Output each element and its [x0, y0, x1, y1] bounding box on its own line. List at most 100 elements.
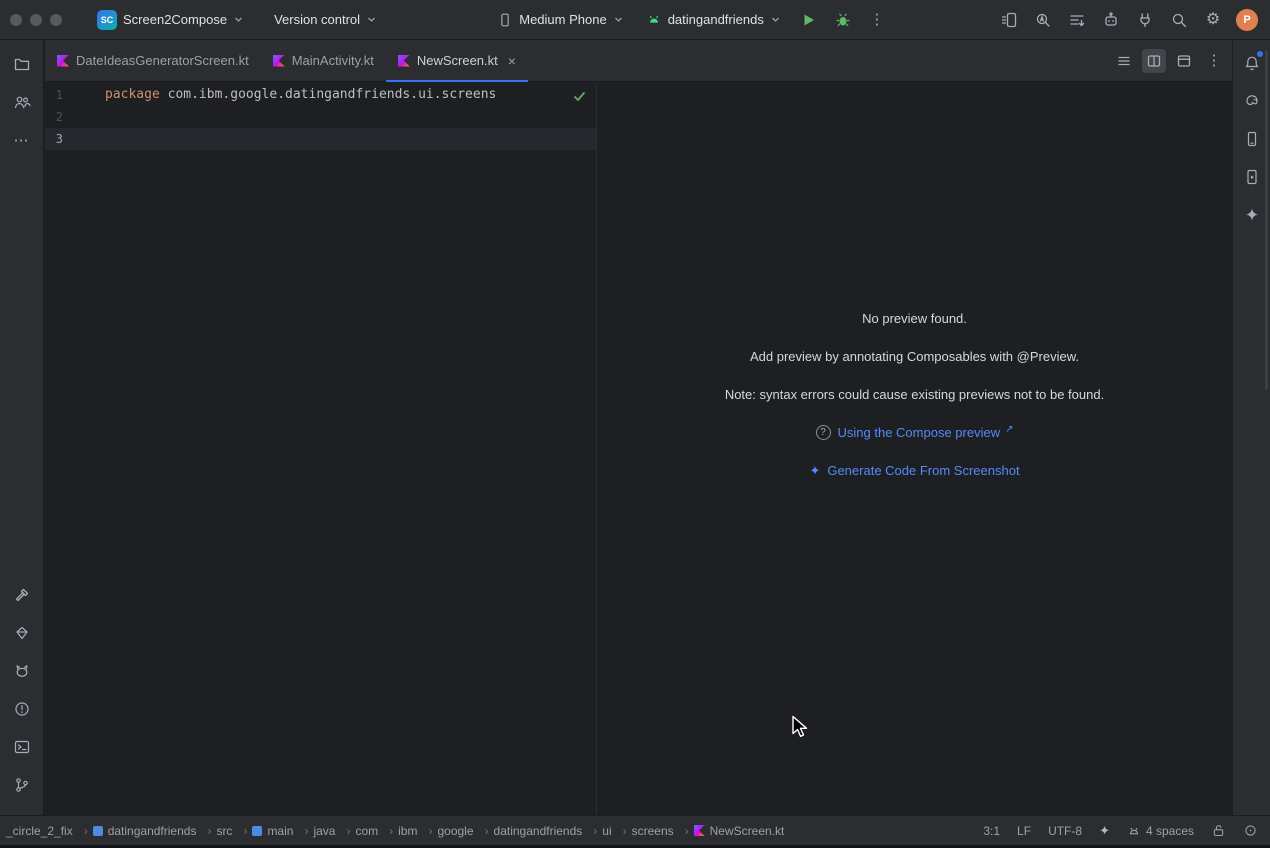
kotlin-file-icon [57, 55, 69, 67]
gemini-spark-icon: ✦ [809, 464, 820, 477]
status-bar-widgets: 3:1 LF UTF-8 ✦ 4 spaces [983, 823, 1258, 838]
breadcrumb-item[interactable]: _circle_2_fix [4, 822, 91, 840]
avatar-initial: P [1243, 14, 1250, 26]
settings-gear-icon[interactable]: ⚙ [1200, 7, 1226, 33]
window-controls [10, 14, 62, 26]
title-bar: SC Screen2Compose Version control Medium… [0, 0, 1270, 40]
breadcrumb-item-file[interactable]: NewScreen.kt [692, 822, 787, 840]
close-tab-icon[interactable]: × [508, 54, 516, 68]
window-layout-icon[interactable] [1064, 7, 1090, 33]
window-close-button[interactable] [10, 14, 22, 26]
code-editor[interactable]: 1 package com.ibm.google.datingandfriend… [45, 83, 596, 815]
project-name: Screen2Compose [123, 12, 227, 27]
search-icon[interactable] [1166, 7, 1192, 33]
problems-icon[interactable] [6, 693, 38, 725]
breadcrumb-item[interactable]: google [435, 822, 491, 840]
run-button[interactable] [796, 7, 822, 33]
breadcrumb-item[interactable]: ui [600, 822, 629, 840]
line-separator-widget[interactable]: LF [1017, 824, 1031, 838]
breadcrumb-item[interactable]: java [311, 822, 353, 840]
version-control-label: Version control [274, 12, 360, 27]
device-selector-label: Medium Phone [519, 12, 606, 27]
indent-widget[interactable]: 4 spaces [1127, 824, 1194, 838]
generate-code-from-screenshot-link[interactable]: ✦ Generate Code From Screenshot [809, 463, 1019, 478]
editor-tab-bar: DateIdeasGeneratorScreen.kt MainActivity… [45, 40, 1232, 82]
profiler-icon[interactable] [1030, 7, 1056, 33]
more-actions-icon[interactable]: ⋮ [864, 7, 890, 33]
ai-assistant-icon[interactable] [1098, 7, 1124, 33]
more-tool-windows-icon[interactable]: ⋯ [6, 124, 38, 156]
scrollbar[interactable] [1265, 50, 1268, 390]
breadcrumb-item[interactable]: ibm [396, 822, 435, 840]
editor-view-toggles: ⋮ [1112, 40, 1232, 81]
device-manager-icon[interactable] [1237, 124, 1267, 154]
breadcrumb-item[interactable]: src [214, 822, 250, 840]
terminal-icon[interactable] [6, 731, 38, 763]
inspections-widget-icon[interactable] [1243, 823, 1258, 838]
breadcrumb-item[interactable]: datingandfriends [91, 822, 215, 840]
unlocked-icon[interactable] [1211, 823, 1226, 838]
tab-dateideasgeneratorscreen[interactable]: DateIdeasGeneratorScreen.kt [45, 40, 261, 81]
run-configuration-selector[interactable]: datingandfriends [639, 8, 788, 32]
caret-position-widget[interactable]: 3:1 [983, 824, 1000, 838]
project-selector[interactable]: SC Screen2Compose [90, 6, 251, 34]
users-icon[interactable] [6, 86, 38, 118]
editor-line[interactable]: 2 [45, 106, 596, 128]
line-number: 3 [45, 128, 63, 150]
running-devices-icon[interactable] [996, 7, 1022, 33]
left-tool-strip-bottom [6, 579, 38, 807]
editor-line[interactable]: 1 package com.ibm.google.datingandfriend… [45, 84, 596, 106]
line-number: 2 [45, 106, 63, 128]
module-icon [93, 826, 103, 836]
inspections-ok-icon[interactable] [573, 90, 586, 103]
design-view-icon[interactable] [1172, 49, 1196, 73]
notifications-bell-icon[interactable] [1237, 48, 1267, 78]
left-tool-strip: ⋯ [0, 40, 44, 815]
breadcrumb-item[interactable]: com [353, 822, 396, 840]
code-view-icon[interactable] [1112, 49, 1136, 73]
no-preview-title: No preview found. [862, 311, 967, 326]
status-bar: _circle_2_fix datingandfriends src main … [0, 815, 1270, 845]
add-preview-hint: Add preview by annotating Composables wi… [750, 349, 1079, 364]
compose-preview-panel: No preview found. Add preview by annotat… [597, 83, 1232, 815]
project-folder-icon[interactable] [6, 48, 38, 80]
chevron-down-icon [613, 14, 624, 25]
debug-button[interactable] [830, 7, 856, 33]
indent-label: 4 spaces [1146, 824, 1194, 838]
chevron-down-icon [770, 14, 781, 25]
tab-label: MainActivity.kt [292, 53, 374, 68]
window-zoom-button[interactable] [50, 14, 62, 26]
gradle-icon[interactable] [1237, 86, 1267, 116]
notification-dot [1257, 51, 1263, 57]
plug-icon[interactable] [1132, 7, 1158, 33]
split-view-icon[interactable] [1142, 49, 1166, 73]
run-configuration-label: datingandfriends [668, 12, 764, 27]
avatar[interactable]: P [1236, 9, 1258, 31]
phone-icon [497, 12, 513, 28]
version-control-branch-icon[interactable] [6, 769, 38, 801]
running-devices-phone-icon[interactable] [1237, 162, 1267, 192]
breadcrumb-item[interactable]: main [250, 822, 311, 840]
gemini-star-icon[interactable] [1237, 200, 1267, 230]
tab-newscreen[interactable]: NewScreen.kt × [386, 40, 528, 81]
tab-mainactivity[interactable]: MainActivity.kt [261, 40, 386, 81]
docs-link-label: Using the Compose preview [838, 425, 1001, 440]
android-app-icon [646, 12, 662, 28]
kotlin-file-icon [694, 825, 705, 836]
breadcrumb-item[interactable]: datingandfriends [492, 822, 601, 840]
logcat-icon[interactable] [6, 655, 38, 687]
window-minimize-button[interactable] [30, 14, 42, 26]
code-line: package com.ibm.google.datingandfriends.… [105, 84, 496, 106]
device-selector[interactable]: Medium Phone [490, 8, 630, 32]
version-control-menu[interactable]: Version control [267, 8, 384, 31]
keyword: package [105, 87, 160, 102]
build-icon[interactable] [6, 579, 38, 611]
gemini-status-icon[interactable]: ✦ [1099, 824, 1110, 837]
editor-caret-line[interactable]: 3 [45, 128, 596, 150]
tab-label: DateIdeasGeneratorScreen.kt [76, 53, 249, 68]
tab-options-icon[interactable]: ⋮ [1202, 49, 1226, 73]
compose-preview-docs-link[interactable]: ? Using the Compose preview ↗ [816, 425, 1014, 440]
breadcrumb-item[interactable]: screens [630, 822, 692, 840]
app-quality-insights-icon[interactable] [6, 617, 38, 649]
encoding-widget[interactable]: UTF-8 [1048, 824, 1082, 838]
